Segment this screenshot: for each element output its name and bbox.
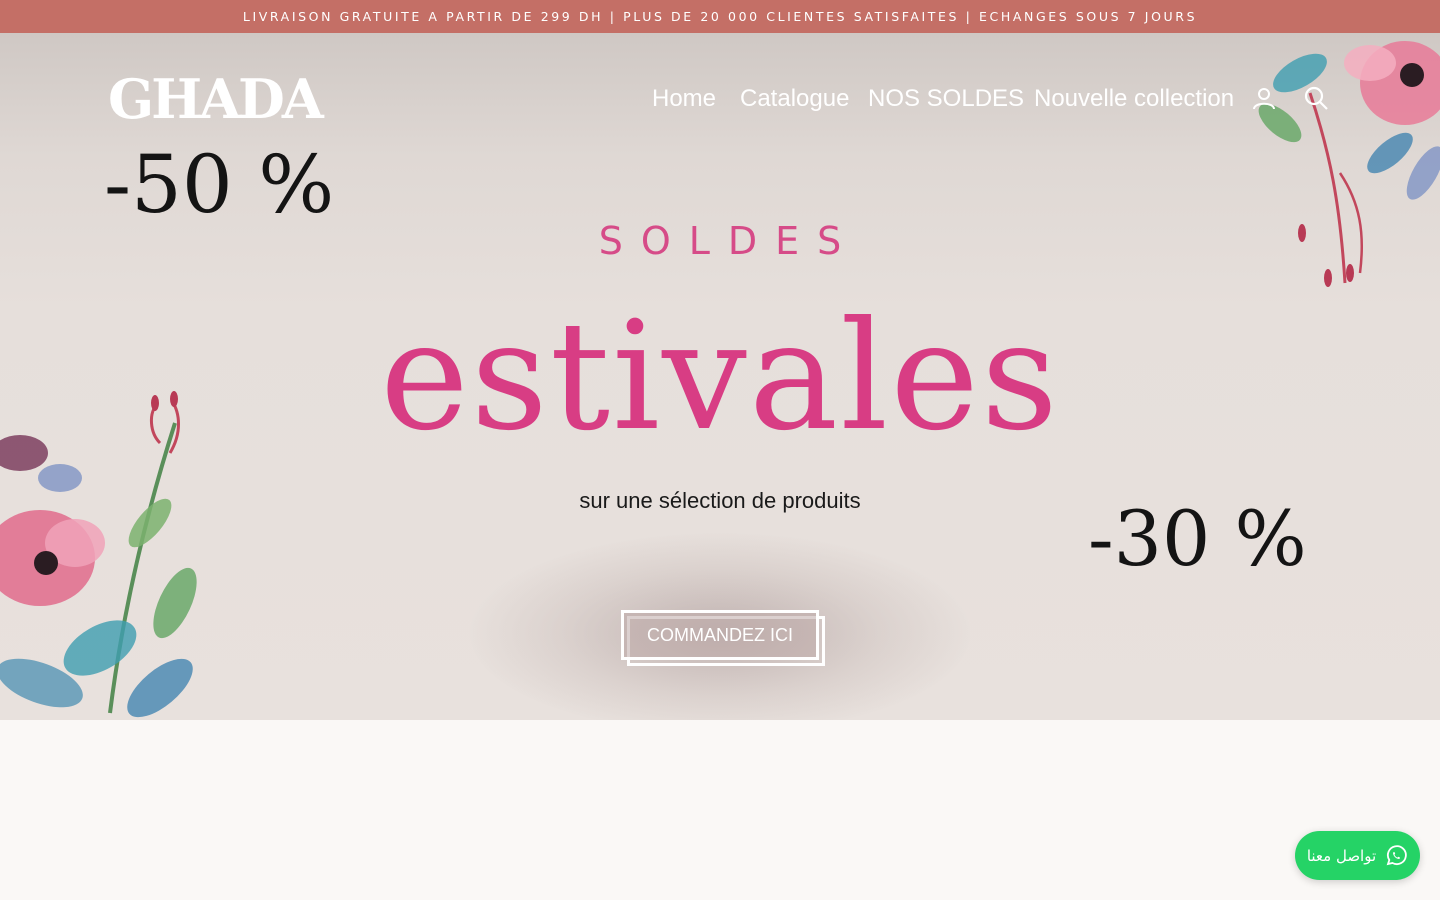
account-icon[interactable] bbox=[1251, 85, 1277, 113]
nav-home[interactable]: Home bbox=[652, 83, 716, 115]
hero-banner[interactable]: GHADA Home Catalogue NOS SOLDES Nouvelle… bbox=[0, 33, 1440, 720]
nav-nos-soldes[interactable]: NOS SOLDES bbox=[868, 83, 1024, 115]
cta-container: COMMANDEZ ICI bbox=[621, 610, 825, 666]
nav-nouvelle-collection[interactable]: Nouvelle collection bbox=[1034, 83, 1234, 115]
hero-subtitle: sur une sélection de produits bbox=[579, 488, 861, 513]
promo-minus-50: -50 % bbox=[104, 138, 335, 231]
whatsapp-label: تواصل معنا bbox=[1306, 846, 1377, 865]
whatsapp-icon bbox=[1386, 844, 1407, 865]
commandez-ici-button[interactable]: COMMANDEZ ICI bbox=[621, 610, 819, 660]
search-icon[interactable] bbox=[1303, 85, 1329, 113]
announcement-bar: LIVRAISON GRATUITE A PARTIR DE 299 DH | … bbox=[0, 0, 1440, 33]
whatsapp-chat-button[interactable]: تواصل معنا bbox=[1295, 831, 1420, 880]
brand-logo[interactable]: GHADA bbox=[108, 69, 324, 129]
hero-kicker: SOLDES bbox=[598, 219, 860, 263]
announcement-text: LIVRAISON GRATUITE A PARTIR DE 299 DH | … bbox=[242, 9, 1198, 24]
nav-catalogue[interactable]: Catalogue bbox=[740, 83, 849, 115]
hero-headline: estivales bbox=[380, 290, 1060, 464]
